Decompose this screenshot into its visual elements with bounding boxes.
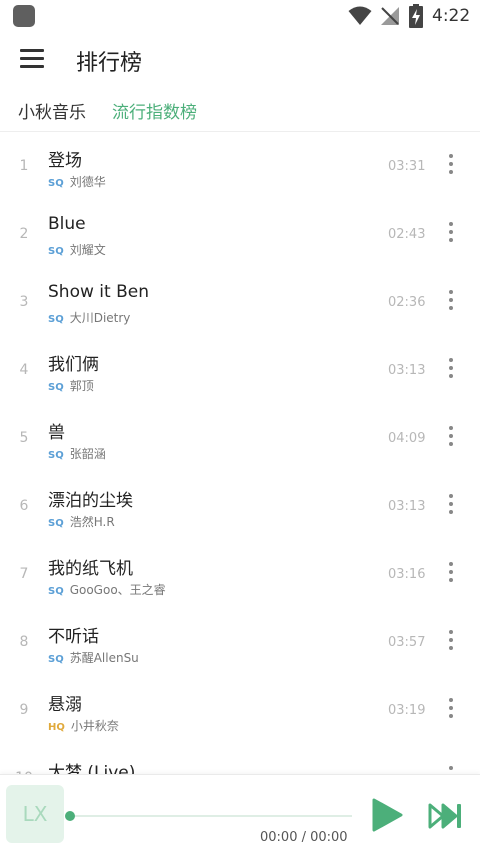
source-tabs: 小秋音乐 流行指数榜 [0, 88, 480, 132]
more-options-icon[interactable] [440, 494, 462, 520]
song-row[interactable]: 2 Blue SQ 刘耀文 02:43 [0, 202, 480, 270]
menu-icon[interactable] [20, 49, 44, 69]
song-duration: 03:31 [388, 159, 426, 174]
song-title: 我的纸飞机 [48, 559, 133, 579]
song-index: 2 [19, 226, 29, 242]
song-meta: SQ 刘耀文 [48, 241, 106, 258]
song-meta: SQ 刘德华 [48, 173, 106, 190]
song-title: 我们俩 [48, 355, 99, 375]
signal-icon [381, 7, 399, 25]
song-row[interactable]: 8 不听话 SQ 苏醒AllenSu 03:57 [0, 610, 480, 678]
song-row[interactable]: 3 Show it Ben SQ 大川Dietry 02:36 [0, 270, 480, 338]
song-row[interactable]: 7 我的纸飞机 SQ GooGoo、王之睿 03:16 [0, 542, 480, 610]
song-artist: 郭顶 [69, 379, 94, 393]
song-meta: SQ 苏醒AllenSu [48, 649, 139, 666]
song-artist: GooGoo、王之睿 [69, 583, 166, 597]
tab-board[interactable]: 流行指数榜 [112, 98, 197, 123]
song-duration: 03:13 [388, 499, 426, 514]
quality-badge: HQ [48, 722, 65, 733]
quality-badge: SQ [48, 246, 64, 257]
more-options-icon[interactable] [440, 222, 462, 248]
song-index: 5 [19, 430, 29, 446]
song-row[interactable]: 6 漂泊的尘埃 SQ 浩然H.R 03:13 [0, 474, 480, 542]
song-row[interactable]: 9 悬溺 HQ 小井秋奈 03:19 [0, 678, 480, 746]
time-readout: 00:00 / 00:00 [260, 830, 348, 845]
battery-charging-icon [409, 4, 423, 28]
song-title: 漂泊的尘埃 [48, 491, 133, 511]
song-duration: 04:09 [388, 431, 426, 446]
page-title: 排行榜 [76, 51, 143, 76]
song-meta: SQ 张韶涵 [48, 445, 106, 462]
more-options-icon[interactable] [440, 290, 462, 316]
album-cover[interactable]: LX [6, 785, 64, 843]
song-artist: 苏醒AllenSu [69, 651, 139, 665]
song-title: 不听话 [48, 627, 99, 647]
song-duration: 02:36 [388, 295, 426, 310]
song-title: 悬溺 [48, 695, 82, 715]
song-artist: 浩然H.R [69, 515, 115, 529]
song-list[interactable]: 1 登场 SQ 刘德华 03:31 2 Blue SQ 刘耀文 02:43 3 Show it Ben… [0, 134, 480, 774]
next-track-button[interactable] [428, 801, 464, 831]
song-duration: 02:43 [388, 227, 426, 242]
song-index: 9 [19, 702, 29, 718]
song-row[interactable]: 4 我们俩 SQ 郭顶 03:13 [0, 338, 480, 406]
song-meta: SQ 浩然H.R [48, 513, 115, 530]
song-meta: HQ 小井秋奈 [48, 717, 119, 734]
song-title: 登场 [48, 151, 82, 171]
player-bar: LX 00:00 / 00:00 [0, 774, 480, 853]
quality-badge: SQ [48, 314, 64, 325]
song-duration: 03:16 [388, 567, 426, 582]
more-options-icon[interactable] [440, 154, 462, 180]
song-index: 4 [19, 362, 29, 378]
more-options-icon[interactable] [440, 358, 462, 384]
song-index: 7 [19, 566, 29, 582]
song-index: 1 [19, 158, 29, 174]
song-duration: 03:57 [388, 635, 426, 650]
song-meta: SQ GooGoo、王之睿 [48, 581, 166, 598]
quality-badge: SQ [48, 586, 64, 597]
tab-source[interactable]: 小秋音乐 [18, 98, 86, 123]
wifi-icon [348, 6, 372, 25]
more-options-icon[interactable] [440, 766, 462, 774]
quality-badge: SQ [48, 178, 64, 189]
quality-badge: SQ [48, 654, 64, 665]
song-title: Show it Ben [48, 282, 149, 302]
song-artist: 大川Dietry [69, 311, 131, 325]
quality-badge: SQ [48, 450, 64, 461]
song-title: 兽 [48, 423, 65, 443]
song-meta: SQ 大川Dietry [48, 309, 130, 326]
progress-bar[interactable] [70, 815, 352, 817]
song-artist: 刘耀文 [69, 243, 106, 257]
status-bar: 4:22 [0, 0, 480, 34]
song-index: 8 [19, 634, 29, 650]
more-options-icon[interactable] [440, 698, 462, 724]
song-duration: 03:19 [388, 703, 426, 718]
song-meta: SQ 郭顶 [48, 377, 94, 394]
song-duration: 03:13 [388, 363, 426, 378]
song-title: Blue [48, 214, 86, 234]
more-options-icon[interactable] [440, 630, 462, 656]
app-header: 排行榜 [0, 34, 480, 86]
quality-badge: SQ [48, 382, 64, 393]
quality-badge: SQ [48, 518, 64, 529]
more-options-icon[interactable] [440, 426, 462, 452]
progress-thumb[interactable] [65, 811, 75, 821]
song-title: 大梦 (Live) [48, 763, 136, 774]
status-time: 4:22 [432, 6, 471, 26]
song-artist: 张韶涵 [69, 447, 106, 461]
song-row[interactable]: 5 兽 SQ 张韶涵 04:09 [0, 406, 480, 474]
song-index: 6 [19, 498, 29, 514]
app-notification-icon [13, 5, 35, 27]
more-options-icon[interactable] [440, 562, 462, 588]
song-row[interactable]: 10大梦 (Live)SQ [0, 746, 480, 774]
song-index: 3 [19, 294, 29, 310]
play-button[interactable] [368, 797, 404, 833]
song-artist: 刘德华 [69, 175, 106, 189]
song-row[interactable]: 1 登场 SQ 刘德华 03:31 [0, 134, 480, 202]
song-artist: 小井秋奈 [70, 719, 119, 733]
